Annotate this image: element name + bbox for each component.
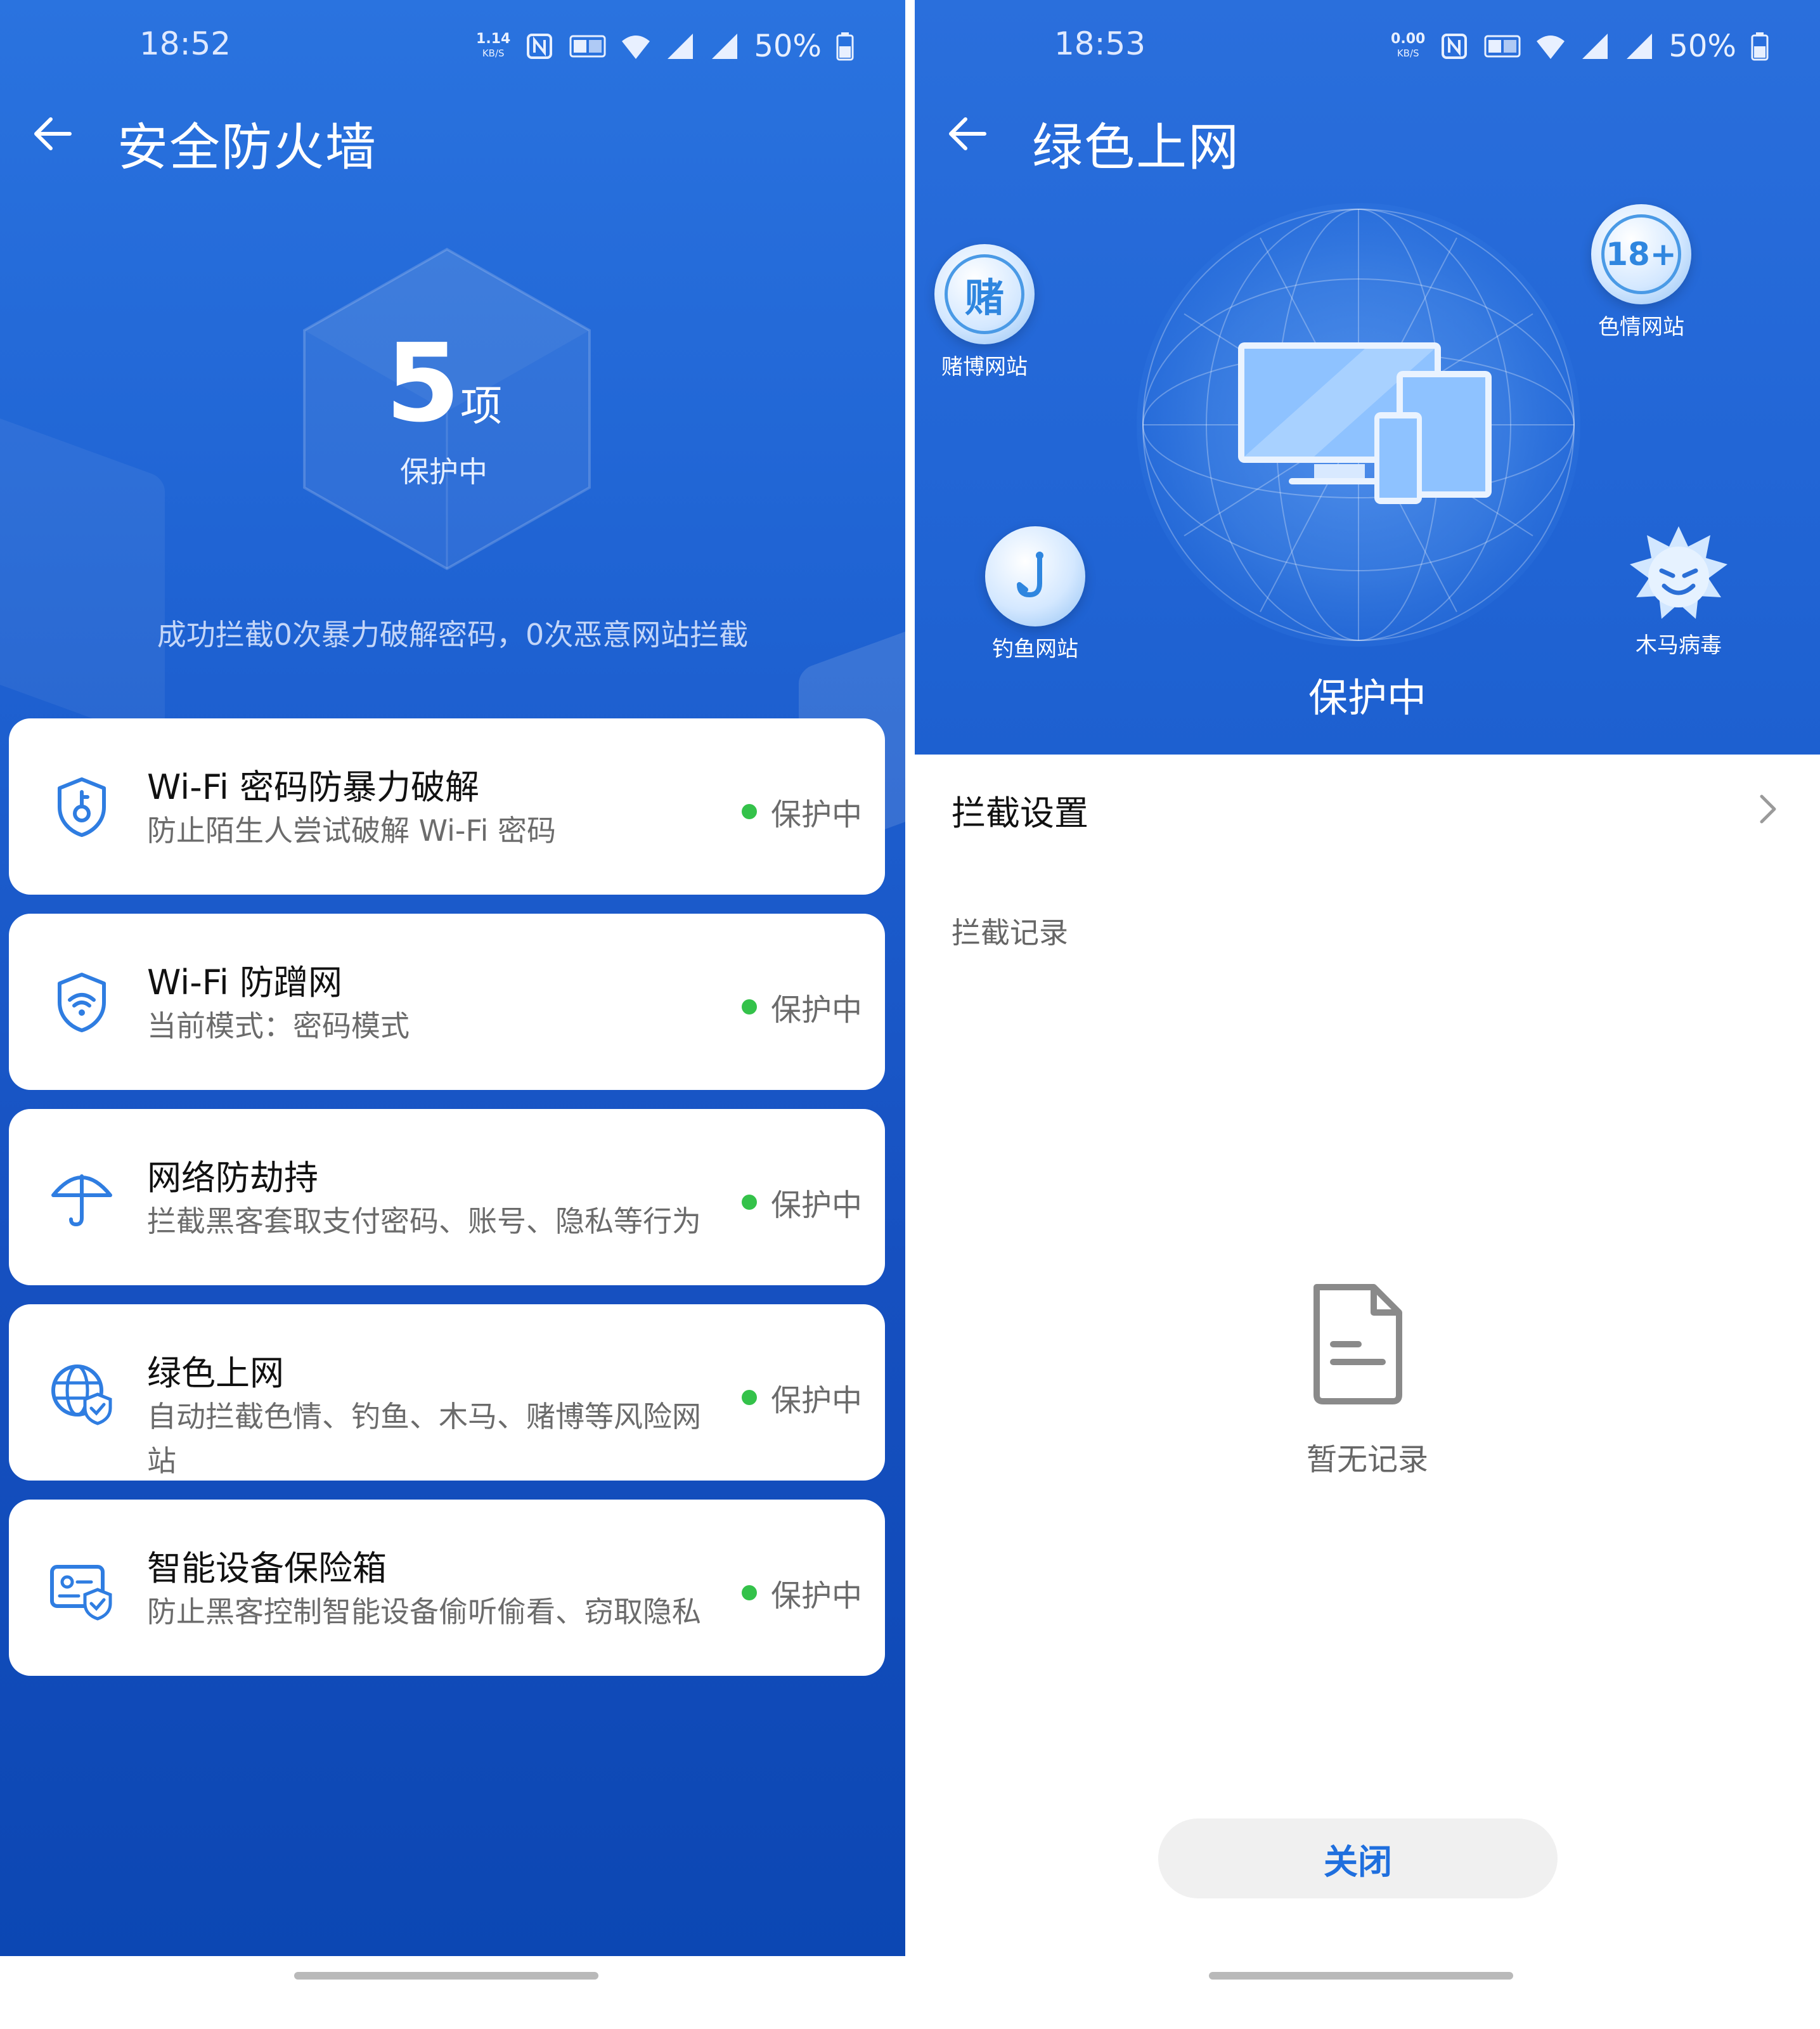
badge-label: 色情网站	[1598, 314, 1684, 340]
feature-status: 保护中	[741, 1571, 862, 1615]
status-bar: 18:53 0.00 KB/S 50%	[915, 0, 1820, 95]
virus-icon	[1630, 526, 1727, 619]
battery-percent: 50%	[1668, 29, 1736, 64]
badge-phishing: 钓鱼网站	[978, 526, 1092, 663]
badge-label: 赌博网站	[941, 354, 1028, 380]
battery-icon	[836, 32, 854, 61]
battery-icon	[1751, 32, 1769, 61]
page-title: 绿色上网	[1032, 118, 1240, 177]
feature-title: 网络防劫持	[147, 1158, 318, 1198]
wifi-icon	[1537, 36, 1565, 59]
feature-card-green-internet[interactable]: 绿色上网 自动拦截色情、钓鱼、木马、赌博等风险网站 保护中	[9, 1304, 885, 1481]
fishhook-icon	[985, 526, 1085, 626]
intercept-records-label: 拦截记录	[952, 916, 1068, 950]
status-dot	[741, 804, 757, 819]
badge-trojan: 木马病毒	[1618, 521, 1739, 659]
status-dot	[741, 1585, 757, 1600]
feature-description: 防止黑客控制智能设备偷听偷看、窃取隐私	[147, 1595, 701, 1629]
volte-icon	[1484, 35, 1521, 58]
feature-status-text: 保护中	[770, 992, 862, 1028]
feature-card-anti-hijack[interactable]: 网络防劫持 拦截黑客套取支付密码、账号、隐私等行为 保护中	[9, 1109, 885, 1285]
intercept-summary: 成功拦截0次暴力破解密码，0次恶意网站拦截	[157, 618, 749, 652]
protection-summary: 5项 保护中	[304, 330, 583, 491]
feature-status-text: 保护中	[770, 1578, 862, 1614]
empty-state-text: 暂无记录	[1306, 1442, 1428, 1477]
feature-card-wifi-password[interactable]: Wi-Fi 密码防暴力破解 防止陌生人尝试破解 Wi-Fi 密码 保护中	[9, 718, 885, 895]
network-speed-unit: KB/S	[1397, 48, 1419, 59]
protection-status: 保护中	[1308, 675, 1426, 721]
feature-description: 拦截黑客套取支付密码、账号、隐私等行为	[147, 1204, 701, 1238]
protection-count: 5	[385, 321, 461, 446]
shield-key-icon	[58, 777, 106, 837]
device-shield-icon	[50, 1565, 112, 1621]
chevron-right-icon	[1760, 794, 1776, 824]
network-speed: 1.14 KB/S	[476, 32, 510, 60]
signal-icon	[712, 34, 738, 59]
feature-description: 防止陌生人尝试破解 Wi-Fi 密码	[147, 814, 556, 848]
badge-gambling: 赌 赌博网站	[927, 244, 1042, 380]
protection-status: 保护中	[400, 455, 487, 489]
gambling-icon: 赌	[934, 244, 1035, 344]
feature-status-text: 保护中	[770, 797, 862, 833]
battery-percent: 50%	[754, 29, 822, 64]
badge-label: 木马病毒	[1636, 633, 1722, 658]
umbrella-icon	[51, 1174, 112, 1227]
close-button[interactable]: 关闭	[1158, 1818, 1558, 1898]
shield-wifi-icon	[58, 973, 106, 1032]
feature-card-wifi-anti-freeloading[interactable]: Wi-Fi 防蹭网 当前模式：密码模式 保护中	[9, 914, 885, 1090]
intercept-settings-label: 拦截设置	[952, 793, 1088, 833]
signal-icon	[668, 34, 694, 59]
feature-title: Wi-Fi 密码防暴力破解	[147, 767, 479, 807]
signal-icon	[1582, 34, 1608, 59]
empty-document-icon	[1313, 1284, 1402, 1404]
home-indicator[interactable]	[1209, 1972, 1513, 1980]
feature-status-text: 保护中	[770, 1188, 862, 1223]
firewall-screen: 18:52 1.14 KB/S 50% 安全防火墙 5项 保护中 成功拦截0次暴…	[0, 0, 905, 2029]
status-dot	[741, 999, 757, 1014]
devices-illustration	[1238, 342, 1492, 504]
feature-status: 保护中	[741, 789, 862, 834]
nfc-icon	[527, 34, 553, 59]
feature-title: 绿色上网	[147, 1353, 284, 1393]
network-speed: 0.00 KB/S	[1391, 32, 1425, 60]
feature-title: 智能设备保险箱	[147, 1548, 387, 1588]
status-bar: 18:52 1.14 KB/S 50%	[0, 0, 905, 95]
green-internet-screen: 18:53 0.00 KB/S 50% 绿色上网 赌 赌博网站 18+ 色情网站…	[915, 0, 1820, 2029]
home-indicator[interactable]	[294, 1972, 598, 1980]
protection-count-unit: 项	[460, 382, 503, 431]
feature-status: 保护中	[741, 1375, 862, 1420]
adult-18-icon: 18+	[1591, 204, 1691, 304]
nfc-icon	[1442, 34, 1468, 59]
wifi-icon	[622, 36, 650, 59]
signal-icon	[1627, 34, 1653, 59]
network-speed-value: 1.14	[476, 31, 511, 47]
feature-status: 保护中	[741, 985, 862, 1029]
network-speed-value: 0.00	[1391, 31, 1426, 47]
badge-label: 钓鱼网站	[992, 637, 1078, 662]
feature-description: 自动拦截色情、钓鱼、木马、赌博等风险网站	[147, 1399, 701, 1478]
badge-adult: 18+ 色情网站	[1584, 204, 1698, 340]
feature-title: Wi-Fi 防蹭网	[147, 963, 342, 1002]
page-title: 安全防火墙	[117, 118, 377, 177]
intercept-settings-row[interactable]: 拦截设置	[915, 755, 1820, 862]
globe-shield-icon	[51, 1365, 112, 1425]
feature-status-text: 保护中	[770, 1383, 862, 1418]
feature-status: 保护中	[741, 1180, 862, 1224]
volte-icon	[569, 35, 606, 58]
back-arrow-icon[interactable]	[30, 112, 75, 156]
status-time: 18:52	[139, 25, 231, 62]
network-speed-unit: KB/S	[482, 48, 505, 59]
status-dot	[741, 1195, 757, 1210]
status-dot	[741, 1390, 757, 1405]
back-arrow-icon[interactable]	[945, 112, 990, 156]
feature-description: 当前模式：密码模式	[147, 1009, 410, 1043]
status-time: 18:53	[1054, 25, 1146, 62]
feature-card-device-safe[interactable]: 智能设备保险箱 防止黑客控制智能设备偷听偷看、窃取隐私 保护中	[9, 1500, 885, 1676]
